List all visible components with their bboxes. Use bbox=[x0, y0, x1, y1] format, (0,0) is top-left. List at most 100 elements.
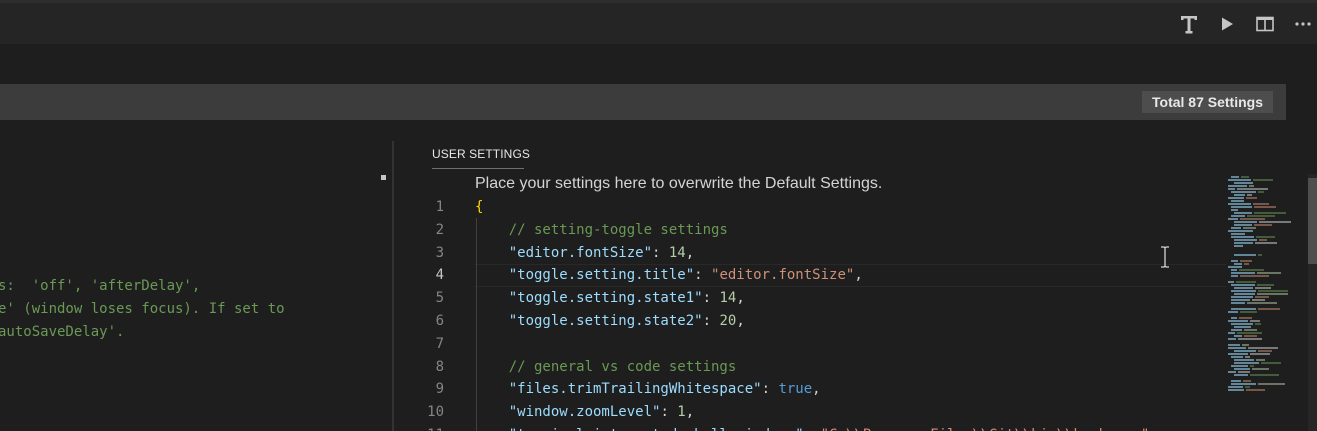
minimap-line bbox=[1237, 188, 1268, 190]
minimap-line bbox=[1231, 215, 1245, 217]
minimap-line bbox=[1234, 182, 1253, 184]
minimap-line bbox=[1253, 179, 1273, 181]
minimap-line bbox=[1254, 224, 1272, 226]
settings-count-badge: Total 87 Settings bbox=[1142, 91, 1273, 113]
code-token: , bbox=[685, 404, 695, 420]
line-number: 11 bbox=[410, 427, 444, 431]
minimap-line bbox=[1234, 263, 1242, 265]
minimap-line bbox=[1228, 371, 1236, 373]
code-line[interactable]: "toggle.setting.title": "editor.fontSize… bbox=[475, 264, 863, 287]
user-settings-tab[interactable]: USER SETTINGS bbox=[432, 147, 530, 161]
code-token: : bbox=[804, 427, 821, 431]
minimap-line bbox=[1234, 374, 1248, 376]
minimap-line bbox=[1245, 356, 1250, 358]
minimap-line bbox=[1234, 362, 1259, 364]
minimap-line bbox=[1231, 206, 1252, 208]
minimap-line bbox=[1244, 263, 1249, 265]
minimap-line bbox=[1254, 206, 1276, 208]
code-token: // setting-toggle settings bbox=[508, 222, 728, 238]
default-settings-pane[interactable]: s: 'off', 'afterDelay', e' (window loses… bbox=[0, 120, 392, 431]
minimap-line bbox=[1247, 194, 1252, 196]
minimap-line bbox=[1258, 383, 1285, 385]
code-line[interactable]: // setting-toggle settings bbox=[475, 219, 728, 242]
minimap-line bbox=[1234, 245, 1243, 247]
minimap-line bbox=[1231, 380, 1241, 382]
code-line[interactable]: "editor.fontSize": 14, bbox=[475, 242, 694, 265]
minimap-line bbox=[1255, 242, 1277, 244]
code-line[interactable]: { bbox=[475, 196, 483, 219]
minimap-line bbox=[1234, 326, 1251, 328]
text-cursor-icon bbox=[1161, 246, 1169, 268]
code-line[interactable]: "window.zoomLevel": 1, bbox=[475, 401, 694, 424]
minimap-line bbox=[1252, 299, 1265, 301]
vertical-scrollbar[interactable] bbox=[1308, 174, 1317, 431]
minimap-line bbox=[1243, 227, 1256, 229]
more-actions-icon[interactable] bbox=[1292, 13, 1314, 35]
code-token: "editor.fontSize" bbox=[711, 267, 855, 283]
code-line[interactable]: "toggle.setting.state1": 14, bbox=[475, 287, 745, 310]
minimap-line bbox=[1228, 386, 1243, 388]
minimap-line bbox=[1256, 359, 1265, 361]
minimap-line bbox=[1231, 233, 1245, 235]
code-line[interactable]: "toggle.setting.state2": 20, bbox=[475, 310, 745, 333]
settings-search-bar[interactable]: Total 87 Settings bbox=[0, 84, 1286, 120]
minimap-line bbox=[1231, 365, 1248, 367]
minimap-line bbox=[1250, 374, 1279, 376]
minimap-line bbox=[1245, 386, 1250, 388]
line-number: 10 bbox=[427, 404, 444, 420]
code-token: : bbox=[702, 313, 720, 329]
minimap-line bbox=[1231, 317, 1237, 319]
minimap-line bbox=[1231, 209, 1238, 211]
line-number: 7 bbox=[435, 336, 444, 352]
minimap-line bbox=[1231, 308, 1256, 310]
minimap-line bbox=[1244, 329, 1257, 331]
minimap-line bbox=[1240, 311, 1257, 313]
minimap-line bbox=[1228, 347, 1246, 349]
minimap-line bbox=[1228, 203, 1251, 205]
scrollbar-thumb[interactable] bbox=[1308, 178, 1317, 264]
toggle-setting-icon[interactable] bbox=[1178, 13, 1200, 35]
minimap-line bbox=[1231, 356, 1243, 358]
minimap-line bbox=[1234, 212, 1252, 214]
run-icon[interactable] bbox=[1216, 13, 1238, 35]
minimap-line bbox=[1255, 296, 1269, 298]
code-line[interactable]: "files.trimTrailingWhitespace": true, bbox=[475, 378, 821, 401]
minimap-line bbox=[1240, 218, 1265, 220]
minimap-line bbox=[1257, 284, 1274, 286]
minimap-line bbox=[1250, 365, 1254, 367]
minimap[interactable] bbox=[1226, 174, 1308, 394]
minimap-line bbox=[1234, 350, 1256, 352]
minimap-line bbox=[1248, 347, 1278, 349]
split-editor-icon[interactable] bbox=[1254, 13, 1276, 35]
pane-divider[interactable] bbox=[392, 141, 394, 431]
code-line[interactable]: // general vs code settings bbox=[475, 356, 737, 379]
code-line[interactable]: "terminal.integrated.shell.windows": "C:… bbox=[475, 424, 1150, 431]
minimap-line bbox=[1231, 329, 1242, 331]
minimap-line bbox=[1234, 368, 1250, 370]
minimap-line bbox=[1228, 353, 1248, 355]
code-token: { bbox=[475, 199, 484, 215]
line-number: 9 bbox=[435, 381, 444, 397]
minimap-line bbox=[1228, 185, 1247, 187]
code-token: , bbox=[685, 245, 695, 261]
code-token: "window.zoomLevel" bbox=[508, 404, 661, 420]
minimap-line bbox=[1238, 338, 1262, 340]
code-token: "terminal.integrated.shell.windows" bbox=[509, 427, 804, 431]
minimap-line bbox=[1234, 335, 1242, 337]
code-token: 20 bbox=[719, 313, 737, 329]
minimap-line bbox=[1231, 236, 1254, 238]
code-token: 14 bbox=[668, 245, 686, 261]
code-token: // general vs code settings bbox=[508, 359, 737, 375]
minimap-line bbox=[1255, 287, 1271, 289]
code-token: true bbox=[778, 381, 813, 397]
minimap-line bbox=[1259, 239, 1267, 241]
minimap-line bbox=[1237, 332, 1262, 334]
minimap-line bbox=[1258, 191, 1264, 193]
minimap-line bbox=[1250, 320, 1260, 322]
